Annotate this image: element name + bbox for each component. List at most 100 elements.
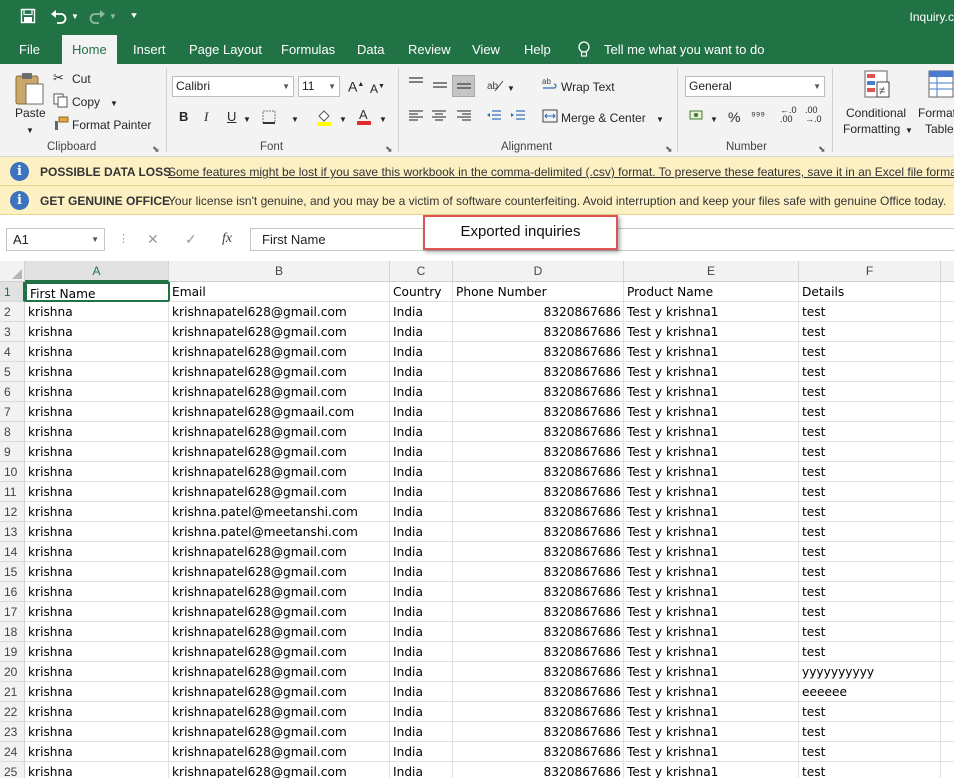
table-cell[interactable]: krishnapatel628@gmail.com bbox=[169, 362, 390, 382]
row-header[interactable]: 3 bbox=[0, 322, 25, 342]
tab-file[interactable]: File bbox=[19, 41, 40, 58]
row-header[interactable]: 9 bbox=[0, 442, 25, 462]
table-cell[interactable]: krishna bbox=[25, 462, 169, 482]
row-header[interactable]: 10 bbox=[0, 462, 25, 482]
align-top-icon[interactable] bbox=[408, 76, 424, 94]
format-painter-button[interactable]: Format Painter bbox=[72, 118, 151, 132]
table-cell[interactable]: 8320867686 bbox=[453, 462, 624, 482]
table-cell[interactable]: test bbox=[799, 342, 941, 362]
table-cell[interactable]: India bbox=[390, 582, 453, 602]
conditional-dropdown-icon[interactable]: ▼ bbox=[905, 124, 913, 138]
table-cell[interactable]: 8320867686 bbox=[453, 442, 624, 462]
table-cell[interactable]: Test y krishna1 bbox=[624, 402, 799, 422]
redo-dropdown-icon[interactable]: ▼ bbox=[109, 8, 117, 26]
column-header-e[interactable]: E bbox=[624, 261, 799, 282]
number-launcher-icon[interactable]: ⬊ bbox=[818, 142, 826, 156]
table-cell[interactable]: krishnapatel628@gmail.com bbox=[169, 722, 390, 742]
table-cell[interactable]: krishna bbox=[25, 302, 169, 322]
table-cell[interactable] bbox=[941, 282, 954, 302]
column-header-f[interactable]: F bbox=[799, 261, 941, 282]
table-cell[interactable]: eeeeee bbox=[799, 682, 941, 702]
table-cell[interactable]: India bbox=[390, 662, 453, 682]
table-cell[interactable]: krishna bbox=[25, 362, 169, 382]
table-cell[interactable] bbox=[941, 382, 954, 402]
table-cell[interactable]: krishnapatel628@gmail.com bbox=[169, 642, 390, 662]
table-cell[interactable] bbox=[941, 642, 954, 662]
column-header-b[interactable]: B bbox=[169, 261, 390, 282]
row-header[interactable]: 4 bbox=[0, 342, 25, 362]
table-cell[interactable]: 8320867686 bbox=[453, 422, 624, 442]
row-header[interactable]: 25 bbox=[0, 762, 25, 778]
format-as-table-label[interactable]: Format bbox=[918, 106, 954, 120]
row-header[interactable]: 12 bbox=[0, 502, 25, 522]
table-cell[interactable]: 8320867686 bbox=[453, 682, 624, 702]
table-cell[interactable]: krishnapatel628@gmail.com bbox=[169, 302, 390, 322]
table-cell[interactable]: krishna bbox=[25, 542, 169, 562]
table-cell[interactable] bbox=[941, 402, 954, 422]
row-header[interactable]: 20 bbox=[0, 662, 25, 682]
column-header-g[interactable] bbox=[941, 261, 954, 282]
table-cell[interactable]: krishnapatel628@gmail.com bbox=[169, 422, 390, 442]
format-as-table-label-2[interactable]: Table bbox=[925, 122, 954, 136]
table-cell[interactable]: 8320867686 bbox=[453, 302, 624, 322]
column-header-c[interactable]: C bbox=[390, 261, 453, 282]
table-cell[interactable]: krishna bbox=[25, 482, 169, 502]
table-cell[interactable] bbox=[941, 662, 954, 682]
table-cell[interactable]: krishna bbox=[25, 442, 169, 462]
spreadsheet-grid[interactable]: A B C D E F 1 First Name Email Country Phone Numbe… bbox=[0, 261, 954, 778]
font-name-select[interactable]: Calibri ▼ bbox=[172, 76, 294, 97]
tab-help[interactable]: Help bbox=[524, 41, 551, 58]
table-cell[interactable]: krishna bbox=[25, 762, 169, 778]
tab-review[interactable]: Review bbox=[408, 41, 451, 58]
table-cell[interactable]: 8320867686 bbox=[453, 622, 624, 642]
table-cell[interactable]: India bbox=[390, 682, 453, 702]
table-cell[interactable]: krishnapatel628@gmail.com bbox=[169, 482, 390, 502]
align-bottom-icon[interactable] bbox=[452, 75, 475, 97]
align-right-icon[interactable] bbox=[456, 109, 472, 127]
table-cell[interactable]: krishnapatel628@gmail.com bbox=[169, 322, 390, 342]
table-cell[interactable]: krishna bbox=[25, 382, 169, 402]
table-cell[interactable] bbox=[941, 762, 954, 778]
table-cell[interactable]: Test y krishna1 bbox=[624, 522, 799, 542]
comma-style-icon[interactable]: ⁹⁹⁹ bbox=[751, 109, 765, 123]
table-cell[interactable]: India bbox=[390, 742, 453, 762]
table-cell[interactable]: Test y krishna1 bbox=[624, 582, 799, 602]
align-middle-icon[interactable] bbox=[432, 78, 448, 96]
header-cell[interactable]: Email bbox=[169, 282, 390, 302]
table-cell[interactable]: 8320867686 bbox=[453, 342, 624, 362]
table-cell[interactable]: krishna bbox=[25, 582, 169, 602]
table-cell[interactable]: India bbox=[390, 762, 453, 778]
table-cell[interactable]: India bbox=[390, 522, 453, 542]
table-cell[interactable]: India bbox=[390, 302, 453, 322]
row-header[interactable]: 6 bbox=[0, 382, 25, 402]
table-cell[interactable]: 8320867686 bbox=[453, 642, 624, 662]
table-cell[interactable]: India bbox=[390, 702, 453, 722]
conditional-formatting-label-2[interactable]: Formatting bbox=[843, 122, 900, 136]
table-cell[interactable]: test bbox=[799, 702, 941, 722]
tab-data[interactable]: Data bbox=[357, 41, 384, 58]
table-cell[interactable]: krishnapatel628@gmail.com bbox=[169, 582, 390, 602]
table-cell[interactable]: krishna bbox=[25, 422, 169, 442]
tab-view[interactable]: View bbox=[472, 41, 500, 58]
table-cell[interactable]: test bbox=[799, 522, 941, 542]
header-cell[interactable]: Country bbox=[390, 282, 453, 302]
table-cell[interactable]: 8320867686 bbox=[453, 542, 624, 562]
table-cell[interactable]: test bbox=[799, 302, 941, 322]
table-cell[interactable]: Test y krishna1 bbox=[624, 362, 799, 382]
table-cell[interactable]: test bbox=[799, 402, 941, 422]
table-cell[interactable]: krishna.patel@meetanshi.com bbox=[169, 522, 390, 542]
paste-button[interactable]: Paste bbox=[15, 106, 46, 120]
table-cell[interactable]: krishna bbox=[25, 502, 169, 522]
insert-function-icon[interactable]: fx bbox=[222, 230, 232, 248]
tab-home[interactable]: Home bbox=[62, 35, 117, 64]
table-cell[interactable]: Test y krishna1 bbox=[624, 622, 799, 642]
row-header[interactable]: 23 bbox=[0, 722, 25, 742]
table-cell[interactable]: test bbox=[799, 442, 941, 462]
table-cell[interactable] bbox=[941, 702, 954, 722]
message-link[interactable]: Some features might be lost if you save … bbox=[168, 165, 954, 179]
row-header[interactable]: 16 bbox=[0, 582, 25, 602]
table-cell[interactable]: India bbox=[390, 562, 453, 582]
copy-icon[interactable] bbox=[53, 93, 68, 112]
table-cell[interactable]: krishnapatel628@gmaail.com bbox=[169, 402, 390, 422]
font-color-icon[interactable]: A bbox=[356, 107, 372, 129]
